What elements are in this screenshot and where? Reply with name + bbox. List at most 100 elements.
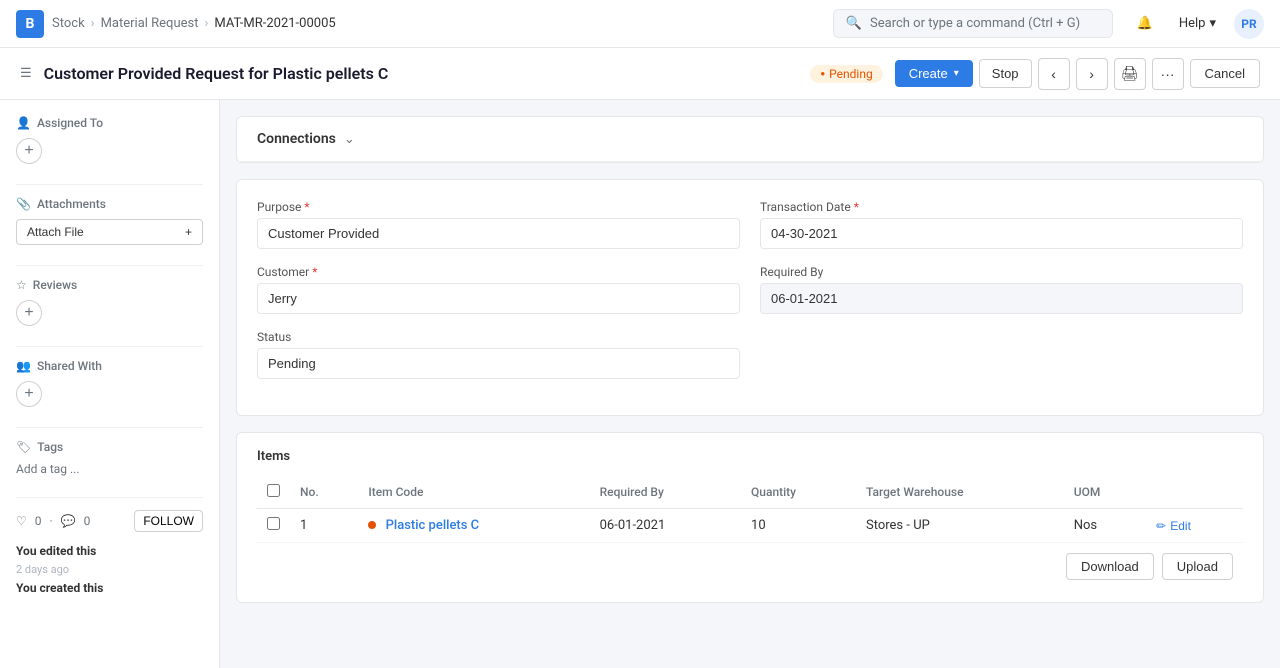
row-edit-cell: ✏ Edit <box>1146 509 1243 543</box>
connections-toggle-icon[interactable]: ⌄ <box>344 132 355 147</box>
divider-1 <box>16 184 203 185</box>
connections-header: Connections ⌄ <box>237 117 1263 162</box>
like-count[interactable]: 0 <box>35 514 42 528</box>
create-button[interactable]: Create ▾ <box>895 60 973 87</box>
comment-count[interactable]: 0 <box>84 514 91 528</box>
activity-item-2: You created this <box>16 579 203 598</box>
row-quantity: 10 <box>741 509 856 543</box>
prev-button[interactable]: ‹ <box>1038 58 1070 90</box>
shared-with-label: 👥 Shared With <box>16 359 203 373</box>
add-shared-with-button[interactable]: + <box>16 381 42 407</box>
header-actions: Create ▾ Stop ‹ › 🖨 ··· Cancel <box>895 58 1260 90</box>
customer-input[interactable] <box>257 283 740 314</box>
user-avatar[interactable]: PR <box>1234 9 1264 39</box>
required-by-input[interactable] <box>760 283 1243 314</box>
attach-file-button[interactable]: Attach File + <box>16 219 203 245</box>
assigned-to-section: 👤 Assigned To + <box>16 116 203 164</box>
breadcrumb: Stock › Material Request › MAT-MR-2021-0… <box>52 16 336 31</box>
activity-1-time: 2 days ago <box>16 561 203 579</box>
divider-4 <box>16 427 203 428</box>
breadcrumb-current: MAT-MR-2021-00005 <box>214 16 335 31</box>
row-target-warehouse: Stores - UP <box>856 509 1064 543</box>
upload-button[interactable]: Upload <box>1162 553 1233 580</box>
breadcrumb-sep-1: › <box>91 16 95 31</box>
follow-button[interactable]: FOLLOW <box>134 510 203 532</box>
status-group: Status <box>257 330 740 379</box>
breadcrumb-stock[interactable]: Stock <box>52 16 85 31</box>
transaction-date-input[interactable] <box>760 218 1243 249</box>
row-item-code: Plastic pellets C <box>358 509 589 543</box>
form-row-2: Customer * Required By <box>257 265 1243 314</box>
create-label: Create <box>909 66 948 81</box>
col-target-warehouse: Target Warehouse <box>856 476 1064 509</box>
purpose-input[interactable] <box>257 218 740 249</box>
sidebar: 👤 Assigned To + 📎 Attachments Attach Fil… <box>0 100 220 668</box>
cancel-button[interactable]: Cancel <box>1190 59 1260 88</box>
status-label: Status <box>257 330 740 344</box>
star-icon: ☆ <box>16 278 27 292</box>
col-uom: UOM <box>1064 476 1146 509</box>
status-input[interactable] <box>257 348 740 379</box>
divider-3 <box>16 346 203 347</box>
col-checkbox <box>257 476 290 509</box>
shared-with-section: 👥 Shared With + <box>16 359 203 407</box>
form-card: Purpose * Transaction Date * <box>236 179 1264 416</box>
row-no: 1 <box>290 509 358 543</box>
tags-label: 🏷 Tags <box>16 440 203 454</box>
breadcrumb-material-request[interactable]: Material Request <box>101 16 199 31</box>
purpose-group: Purpose * <box>257 200 740 249</box>
attachments-section: 📎 Attachments Attach File + <box>16 197 203 245</box>
status-badge: Pending <box>810 65 882 83</box>
table-row: 1 Plastic pellets C 06-01-2021 10 Stores… <box>257 509 1243 543</box>
items-table: No. Item Code Required By Quantity Targe… <box>257 476 1243 543</box>
app-logo[interactable]: B <box>16 10 44 38</box>
divider-2 <box>16 265 203 266</box>
search-icon: 🔍 <box>846 16 862 31</box>
activity-item-1: You edited this 2 days ago <box>16 542 203 579</box>
edit-icon: ✏ <box>1156 519 1166 533</box>
table-header-row: No. Item Code Required By Quantity Targe… <box>257 476 1243 509</box>
stop-button[interactable]: Stop <box>979 59 1032 88</box>
next-button[interactable]: › <box>1076 58 1108 90</box>
form-row-3: Status <box>257 330 1243 379</box>
add-assigned-to-button[interactable]: + <box>16 138 42 164</box>
page-title: Customer Provided Request for Plastic pe… <box>44 64 799 83</box>
notifications-bell[interactable]: 🔔 <box>1129 8 1161 40</box>
customer-label: Customer * <box>257 265 740 279</box>
help-menu[interactable]: Help ▾ <box>1169 12 1226 35</box>
search-box[interactable]: 🔍 Search or type a command (Ctrl + G) <box>833 9 1113 38</box>
layout: 👤 Assigned To + 📎 Attachments Attach Fil… <box>0 100 1280 668</box>
edit-row-button[interactable]: ✏ Edit <box>1156 519 1191 533</box>
divider-5 <box>16 497 203 498</box>
row-checkbox[interactable] <box>267 517 280 530</box>
add-review-button[interactable]: + <box>16 300 42 326</box>
more-button[interactable]: ··· <box>1152 58 1184 90</box>
table-actions: Download Upload <box>257 543 1243 586</box>
row-required-by: 06-01-2021 <box>590 509 741 543</box>
purpose-label: Purpose * <box>257 200 740 214</box>
activity-section: ♡ 0 · 💬 0 FOLLOW You edited this 2 days … <box>16 510 203 598</box>
topnav: B Stock › Material Request › MAT-MR-2021… <box>0 0 1280 48</box>
required-by-label: Required By <box>760 265 1243 279</box>
download-button[interactable]: Download <box>1066 553 1154 580</box>
select-all-checkbox[interactable] <box>267 484 280 497</box>
transaction-date-label: Transaction Date * <box>760 200 1243 214</box>
purpose-required: * <box>304 200 309 214</box>
add-tag-link[interactable]: Add a tag ... <box>16 462 80 476</box>
required-by-group: Required By <box>760 265 1243 314</box>
topnav-actions: 🔔 Help ▾ PR <box>1129 8 1264 40</box>
col-action <box>1146 476 1243 509</box>
items-title: Items <box>257 449 1243 464</box>
print-button[interactable]: 🖨 <box>1114 58 1146 90</box>
sidebar-toggle-icon[interactable]: ☰ <box>20 66 32 81</box>
col-item-code: Item Code <box>358 476 589 509</box>
user-icon: 👤 <box>16 116 31 130</box>
status-spacer <box>760 330 1243 379</box>
items-section: Items No. Item Code Required By Quantity… <box>237 433 1263 602</box>
customer-group: Customer * <box>257 265 740 314</box>
dot-separator: · <box>50 514 53 528</box>
search-placeholder: Search or type a command (Ctrl + G) <box>870 16 1080 31</box>
attach-file-label: Attach File <box>27 225 84 239</box>
row-uom: Nos <box>1064 509 1146 543</box>
connections-card: Connections ⌄ <box>236 116 1264 163</box>
